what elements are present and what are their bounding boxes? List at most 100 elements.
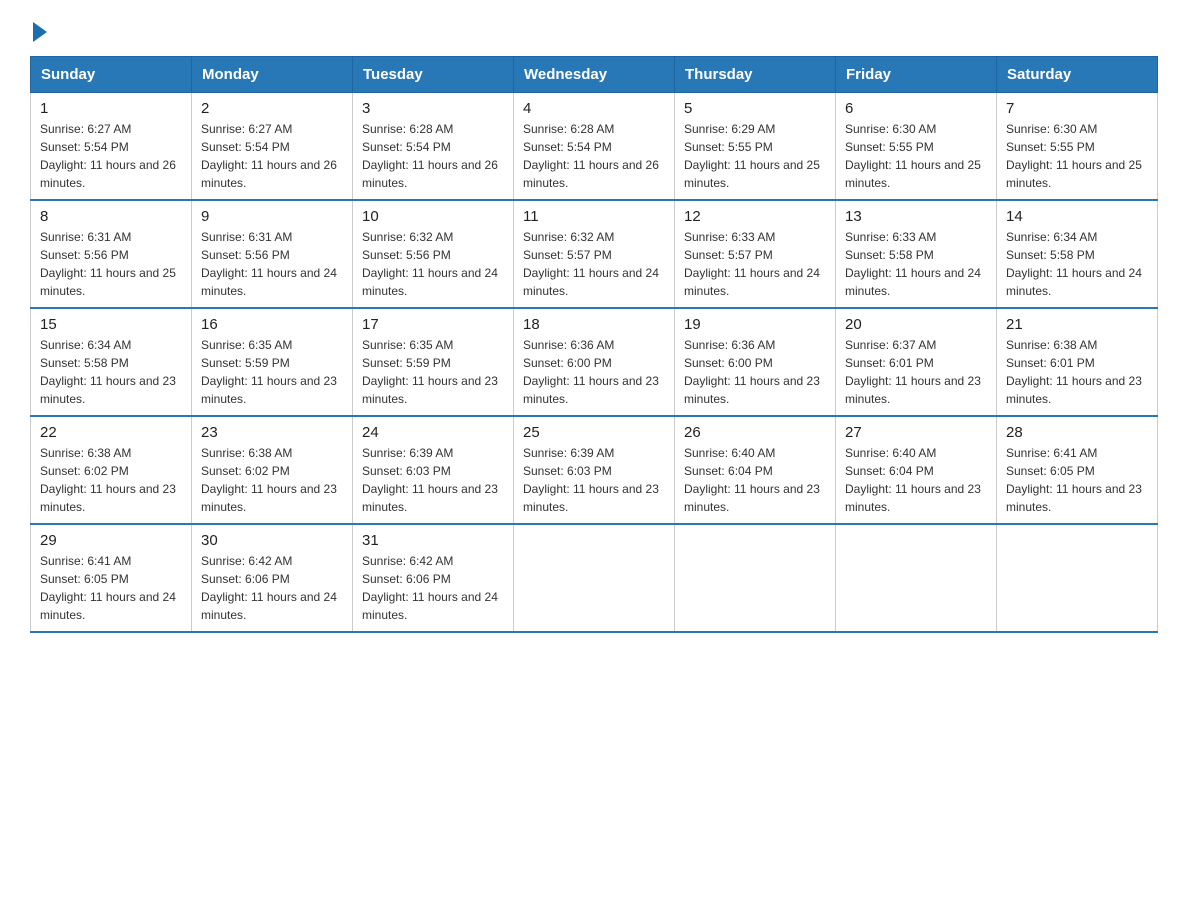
day-info: Sunrise: 6:42 AM Sunset: 6:06 PM Dayligh… xyxy=(362,552,504,624)
day-number: 20 xyxy=(845,316,987,333)
day-number: 28 xyxy=(1006,424,1148,441)
day-number: 12 xyxy=(684,208,826,225)
calendar-cell: 3 Sunrise: 6:28 AM Sunset: 5:54 PM Dayli… xyxy=(353,93,514,201)
day-number: 25 xyxy=(523,424,665,441)
weekday-header-tuesday: Tuesday xyxy=(353,57,514,93)
logo-arrow-icon xyxy=(33,22,47,42)
calendar-cell xyxy=(514,524,675,632)
day-number: 3 xyxy=(362,100,504,117)
calendar-cell: 20 Sunrise: 6:37 AM Sunset: 6:01 PM Dayl… xyxy=(836,308,997,416)
weekday-header-wednesday: Wednesday xyxy=(514,57,675,93)
calendar-cell: 15 Sunrise: 6:34 AM Sunset: 5:58 PM Dayl… xyxy=(31,308,192,416)
calendar-cell: 4 Sunrise: 6:28 AM Sunset: 5:54 PM Dayli… xyxy=(514,93,675,201)
calendar-cell: 27 Sunrise: 6:40 AM Sunset: 6:04 PM Dayl… xyxy=(836,416,997,524)
day-info: Sunrise: 6:28 AM Sunset: 5:54 PM Dayligh… xyxy=(523,120,665,192)
day-info: Sunrise: 6:30 AM Sunset: 5:55 PM Dayligh… xyxy=(1006,120,1148,192)
calendar-cell: 30 Sunrise: 6:42 AM Sunset: 6:06 PM Dayl… xyxy=(192,524,353,632)
day-number: 9 xyxy=(201,208,343,225)
calendar-cell: 21 Sunrise: 6:38 AM Sunset: 6:01 PM Dayl… xyxy=(997,308,1158,416)
day-info: Sunrise: 6:30 AM Sunset: 5:55 PM Dayligh… xyxy=(845,120,987,192)
calendar-cell: 23 Sunrise: 6:38 AM Sunset: 6:02 PM Dayl… xyxy=(192,416,353,524)
calendar-cell: 31 Sunrise: 6:42 AM Sunset: 6:06 PM Dayl… xyxy=(353,524,514,632)
day-info: Sunrise: 6:33 AM Sunset: 5:58 PM Dayligh… xyxy=(845,228,987,300)
calendar-cell: 19 Sunrise: 6:36 AM Sunset: 6:00 PM Dayl… xyxy=(675,308,836,416)
calendar-cell: 18 Sunrise: 6:36 AM Sunset: 6:00 PM Dayl… xyxy=(514,308,675,416)
day-number: 2 xyxy=(201,100,343,117)
calendar-cell: 17 Sunrise: 6:35 AM Sunset: 5:59 PM Dayl… xyxy=(353,308,514,416)
calendar-table: SundayMondayTuesdayWednesdayThursdayFrid… xyxy=(30,56,1158,633)
day-number: 8 xyxy=(40,208,182,225)
day-number: 24 xyxy=(362,424,504,441)
day-info: Sunrise: 6:34 AM Sunset: 5:58 PM Dayligh… xyxy=(40,336,182,408)
day-number: 30 xyxy=(201,532,343,549)
day-info: Sunrise: 6:38 AM Sunset: 6:02 PM Dayligh… xyxy=(40,444,182,516)
weekday-header-sunday: Sunday xyxy=(31,57,192,93)
day-number: 16 xyxy=(201,316,343,333)
day-info: Sunrise: 6:41 AM Sunset: 6:05 PM Dayligh… xyxy=(1006,444,1148,516)
day-info: Sunrise: 6:36 AM Sunset: 6:00 PM Dayligh… xyxy=(523,336,665,408)
calendar-cell: 22 Sunrise: 6:38 AM Sunset: 6:02 PM Dayl… xyxy=(31,416,192,524)
calendar-cell: 13 Sunrise: 6:33 AM Sunset: 5:58 PM Dayl… xyxy=(836,200,997,308)
day-info: Sunrise: 6:31 AM Sunset: 5:56 PM Dayligh… xyxy=(40,228,182,300)
calendar-cell: 6 Sunrise: 6:30 AM Sunset: 5:55 PM Dayli… xyxy=(836,93,997,201)
day-number: 5 xyxy=(684,100,826,117)
day-info: Sunrise: 6:40 AM Sunset: 6:04 PM Dayligh… xyxy=(845,444,987,516)
weekday-header-thursday: Thursday xyxy=(675,57,836,93)
day-info: Sunrise: 6:37 AM Sunset: 6:01 PM Dayligh… xyxy=(845,336,987,408)
calendar-cell xyxy=(997,524,1158,632)
calendar-cell: 1 Sunrise: 6:27 AM Sunset: 5:54 PM Dayli… xyxy=(31,93,192,201)
day-number: 13 xyxy=(845,208,987,225)
day-number: 27 xyxy=(845,424,987,441)
day-info: Sunrise: 6:33 AM Sunset: 5:57 PM Dayligh… xyxy=(684,228,826,300)
calendar-week-row: 29 Sunrise: 6:41 AM Sunset: 6:05 PM Dayl… xyxy=(31,524,1158,632)
day-info: Sunrise: 6:39 AM Sunset: 6:03 PM Dayligh… xyxy=(523,444,665,516)
day-number: 26 xyxy=(684,424,826,441)
day-info: Sunrise: 6:35 AM Sunset: 5:59 PM Dayligh… xyxy=(201,336,343,408)
calendar-header: SundayMondayTuesdayWednesdayThursdayFrid… xyxy=(31,57,1158,93)
day-info: Sunrise: 6:42 AM Sunset: 6:06 PM Dayligh… xyxy=(201,552,343,624)
day-info: Sunrise: 6:27 AM Sunset: 5:54 PM Dayligh… xyxy=(40,120,182,192)
calendar-cell: 24 Sunrise: 6:39 AM Sunset: 6:03 PM Dayl… xyxy=(353,416,514,524)
day-number: 7 xyxy=(1006,100,1148,117)
calendar-cell xyxy=(836,524,997,632)
calendar-cell: 25 Sunrise: 6:39 AM Sunset: 6:03 PM Dayl… xyxy=(514,416,675,524)
calendar-cell: 5 Sunrise: 6:29 AM Sunset: 5:55 PM Dayli… xyxy=(675,93,836,201)
day-info: Sunrise: 6:29 AM Sunset: 5:55 PM Dayligh… xyxy=(684,120,826,192)
calendar-body: 1 Sunrise: 6:27 AM Sunset: 5:54 PM Dayli… xyxy=(31,93,1158,633)
day-number: 17 xyxy=(362,316,504,333)
day-number: 29 xyxy=(40,532,182,549)
calendar-cell: 2 Sunrise: 6:27 AM Sunset: 5:54 PM Dayli… xyxy=(192,93,353,201)
day-info: Sunrise: 6:35 AM Sunset: 5:59 PM Dayligh… xyxy=(362,336,504,408)
day-info: Sunrise: 6:27 AM Sunset: 5:54 PM Dayligh… xyxy=(201,120,343,192)
day-info: Sunrise: 6:36 AM Sunset: 6:00 PM Dayligh… xyxy=(684,336,826,408)
calendar-cell: 7 Sunrise: 6:30 AM Sunset: 5:55 PM Dayli… xyxy=(997,93,1158,201)
weekday-header-friday: Friday xyxy=(836,57,997,93)
day-info: Sunrise: 6:34 AM Sunset: 5:58 PM Dayligh… xyxy=(1006,228,1148,300)
day-info: Sunrise: 6:39 AM Sunset: 6:03 PM Dayligh… xyxy=(362,444,504,516)
day-number: 18 xyxy=(523,316,665,333)
day-info: Sunrise: 6:32 AM Sunset: 5:56 PM Dayligh… xyxy=(362,228,504,300)
day-info: Sunrise: 6:32 AM Sunset: 5:57 PM Dayligh… xyxy=(523,228,665,300)
calendar-cell: 26 Sunrise: 6:40 AM Sunset: 6:04 PM Dayl… xyxy=(675,416,836,524)
calendar-week-row: 15 Sunrise: 6:34 AM Sunset: 5:58 PM Dayl… xyxy=(31,308,1158,416)
calendar-cell: 16 Sunrise: 6:35 AM Sunset: 5:59 PM Dayl… xyxy=(192,308,353,416)
calendar-cell xyxy=(675,524,836,632)
day-number: 4 xyxy=(523,100,665,117)
calendar-cell: 14 Sunrise: 6:34 AM Sunset: 5:58 PM Dayl… xyxy=(997,200,1158,308)
day-number: 14 xyxy=(1006,208,1148,225)
day-number: 23 xyxy=(201,424,343,441)
day-info: Sunrise: 6:38 AM Sunset: 6:02 PM Dayligh… xyxy=(201,444,343,516)
day-info: Sunrise: 6:28 AM Sunset: 5:54 PM Dayligh… xyxy=(362,120,504,192)
calendar-cell: 10 Sunrise: 6:32 AM Sunset: 5:56 PM Dayl… xyxy=(353,200,514,308)
day-info: Sunrise: 6:38 AM Sunset: 6:01 PM Dayligh… xyxy=(1006,336,1148,408)
calendar-cell: 29 Sunrise: 6:41 AM Sunset: 6:05 PM Dayl… xyxy=(31,524,192,632)
logo xyxy=(30,20,47,38)
day-number: 19 xyxy=(684,316,826,333)
calendar-cell: 8 Sunrise: 6:31 AM Sunset: 5:56 PM Dayli… xyxy=(31,200,192,308)
day-number: 11 xyxy=(523,208,665,225)
calendar-cell: 12 Sunrise: 6:33 AM Sunset: 5:57 PM Dayl… xyxy=(675,200,836,308)
day-number: 22 xyxy=(40,424,182,441)
day-number: 21 xyxy=(1006,316,1148,333)
calendar-cell: 28 Sunrise: 6:41 AM Sunset: 6:05 PM Dayl… xyxy=(997,416,1158,524)
day-number: 6 xyxy=(845,100,987,117)
